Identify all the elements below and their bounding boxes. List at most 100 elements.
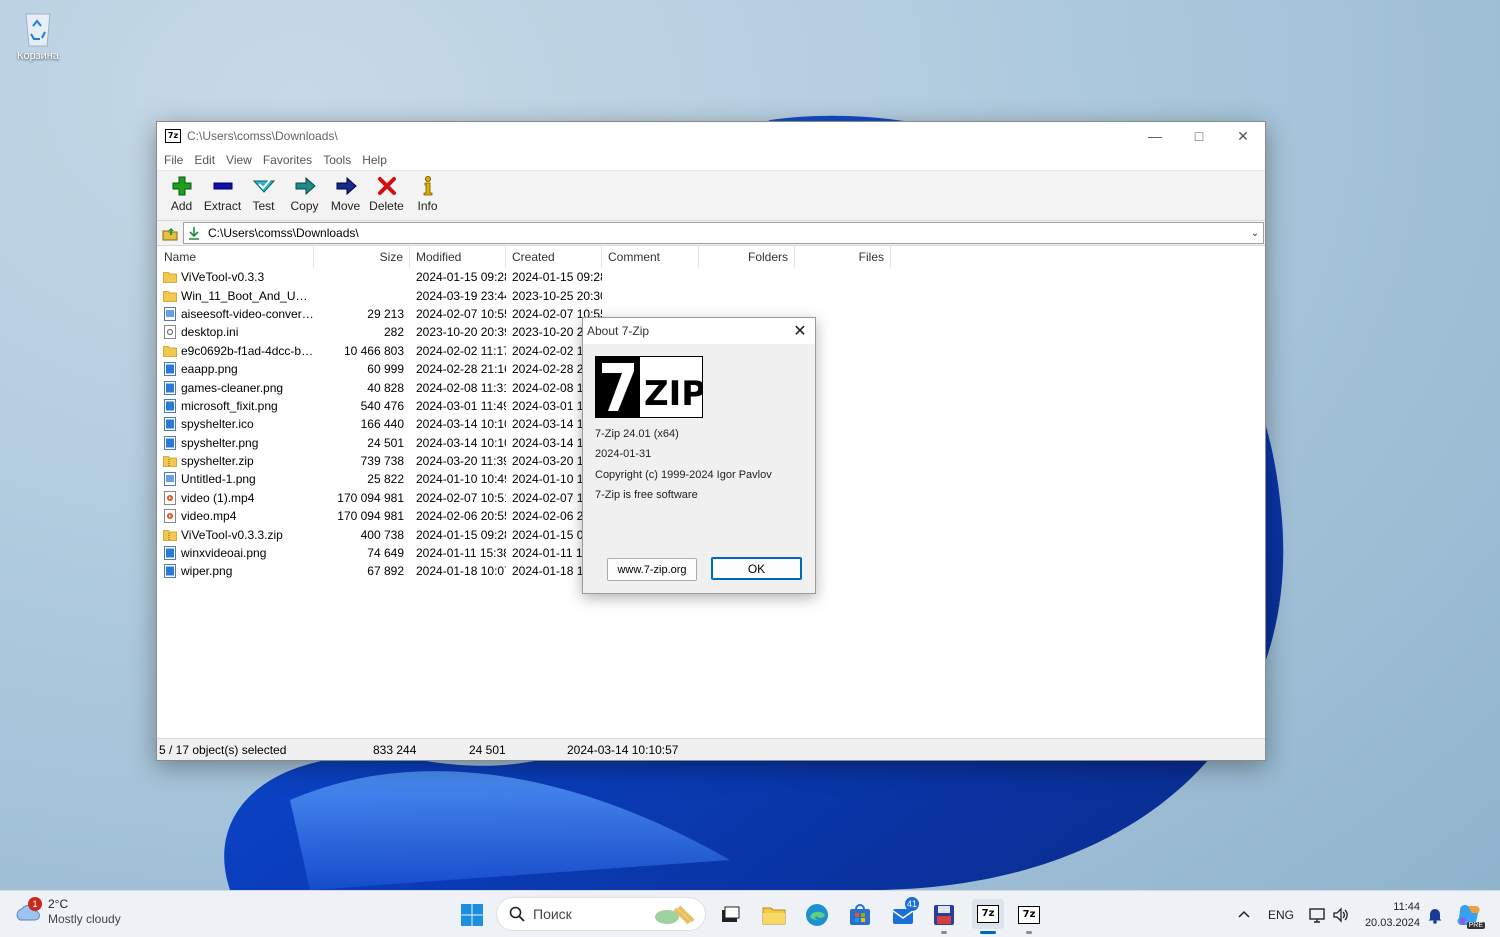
- search-highlight-icon: [655, 905, 695, 925]
- file-name: games-cleaner.png: [181, 380, 284, 395]
- file-size: 40 828: [367, 380, 404, 395]
- file-size: 10 466 803: [343, 343, 404, 358]
- start-button[interactable]: [458, 901, 486, 929]
- file-file-icon: [163, 306, 181, 321]
- menu-tools[interactable]: Tools: [319, 153, 358, 167]
- search-placeholder: Поиск: [533, 906, 572, 922]
- website-button[interactable]: www.7-zip.org: [607, 558, 697, 581]
- active-window-indicator: [980, 931, 996, 934]
- folder-file-icon: [163, 289, 181, 303]
- menu-edit[interactable]: Edit: [190, 153, 222, 167]
- recycle-bin-label: Корзина: [17, 50, 59, 62]
- file-name-cell: ViVeTool-v0.3.3.zip: [158, 528, 314, 542]
- file-name: desktop.ini: [181, 325, 239, 340]
- file-modified: 2024-02-07 10:51: [416, 490, 506, 505]
- store-icon: [850, 904, 870, 925]
- file-name: ViVeTool-v0.3.3.zip: [181, 527, 283, 542]
- store-button[interactable]: [846, 901, 874, 929]
- file-file-icon: [163, 472, 181, 487]
- 7zip-taskbar-button-2[interactable]: 7z: [1015, 901, 1043, 929]
- info-button[interactable]: Info: [407, 171, 448, 213]
- language-indicator[interactable]: ENG: [1266, 901, 1296, 929]
- about-date: 2024-01-31: [595, 448, 652, 460]
- close-button[interactable]: ✕: [1221, 122, 1265, 150]
- volume-icon[interactable]: [1327, 901, 1355, 929]
- column-files[interactable]: Files: [795, 246, 891, 268]
- chevron-up-icon: [1238, 910, 1250, 918]
- weather-badge: 1: [28, 897, 42, 911]
- image-file-icon: [163, 362, 181, 377]
- window-title: C:\Users\comss\Downloads\: [187, 129, 338, 143]
- 7zip-logo: ZIP: [595, 356, 706, 418]
- about-close-button[interactable]: ✕: [785, 321, 815, 341]
- task-view-button[interactable]: [716, 901, 744, 929]
- extract-button[interactable]: Extract: [202, 171, 243, 213]
- edge-button[interactable]: [803, 901, 831, 929]
- test-button[interactable]: Test: [243, 171, 284, 213]
- notification-bell-icon[interactable]: [1421, 901, 1449, 929]
- mail-button[interactable]: 41: [889, 897, 919, 929]
- copy-button[interactable]: Copy: [284, 171, 325, 213]
- taskbar-search-box[interactable]: Поиск: [496, 897, 706, 931]
- file-size: 282: [383, 325, 404, 340]
- image-file-icon: [163, 564, 181, 579]
- file-modified: 2024-02-02 11:17: [416, 343, 506, 358]
- file-name-cell: Win_11_Boot_And_Upgr...: [158, 289, 314, 303]
- file-name-cell: microsoft_fixit.png: [158, 398, 314, 413]
- up-folder-button[interactable]: [157, 221, 183, 245]
- file-name: video (1).mp4: [181, 490, 255, 505]
- column-created[interactable]: Created: [506, 246, 602, 268]
- 7zip-app-icon: 7z: [165, 129, 181, 143]
- file-name: wiper.png: [181, 564, 233, 579]
- address-bar: C:\Users\comss\Downloads\ ⌄: [157, 220, 1265, 246]
- column-size[interactable]: Size: [314, 246, 410, 268]
- delete-label: Delete: [369, 199, 404, 213]
- minimize-button[interactable]: —: [1133, 122, 1177, 150]
- copilot-button[interactable]: PRE: [1455, 901, 1485, 929]
- video-file-icon: [163, 490, 181, 505]
- menu-help[interactable]: Help: [358, 153, 394, 167]
- running-indicator-7zip-2: [1026, 931, 1032, 934]
- file-row[interactable]: ViVeTool-v0.3.3 2024-01-15 09:28 2024-01-1…: [158, 268, 1264, 286]
- status-bar: 5 / 17 object(s) selected 833 244 24 501…: [157, 738, 1265, 760]
- extract-icon: [213, 182, 232, 190]
- add-button[interactable]: Add: [161, 171, 202, 213]
- folder-file-icon: [163, 344, 181, 358]
- weather-condition: Mostly cloudy: [48, 912, 121, 926]
- ini-file-icon: [163, 325, 181, 340]
- menu-favorites[interactable]: Favorites: [259, 153, 319, 167]
- about-dialog-titlebar[interactable]: About 7-Zip ✕: [583, 318, 815, 344]
- file-explorer-button[interactable]: [760, 901, 788, 929]
- address-combobox[interactable]: C:\Users\comss\Downloads\ ⌄: [183, 222, 1264, 244]
- recycle-bin-desktop-icon[interactable]: Корзина: [10, 8, 66, 62]
- status-selection: 5 / 17 object(s) selected: [159, 742, 287, 757]
- ok-button[interactable]: OK: [711, 557, 802, 580]
- file-name-cell: video (1).mp4: [158, 490, 314, 505]
- about-version: 7-Zip 24.01 (x64): [595, 428, 679, 440]
- show-hidden-icons-button[interactable]: [1230, 901, 1258, 929]
- title-bar[interactable]: 7z C:\Users\comss\Downloads\ — □ ✕: [157, 122, 1265, 150]
- column-comment[interactable]: Comment: [602, 246, 699, 268]
- file-size: 739 738: [360, 454, 404, 469]
- 7zip-taskbar-button-active[interactable]: 7z: [972, 899, 1004, 929]
- menu-view[interactable]: View: [222, 153, 259, 167]
- file-modified: 2024-01-18 10:07: [416, 564, 506, 579]
- clock-time: 11:44: [1393, 901, 1420, 913]
- move-button[interactable]: Move: [325, 171, 366, 213]
- file-row[interactable]: Win_11_Boot_And_Upgr... 2024-03-19 23:44 2…: [158, 286, 1264, 304]
- column-name[interactable]: Name: [158, 246, 314, 268]
- file-name-cell: spyshelter.zip: [158, 454, 314, 468]
- file-size: 74 649: [367, 546, 404, 561]
- maximize-button[interactable]: □: [1177, 122, 1221, 150]
- column-modified[interactable]: Modified: [410, 246, 506, 268]
- save-app-button[interactable]: [930, 901, 958, 929]
- file-name: winxvideoai.png: [181, 546, 267, 561]
- taskbar-clock[interactable]: 11:44 20.03.2024: [1362, 899, 1420, 931]
- column-folders[interactable]: Folders: [699, 246, 795, 268]
- weather-widget[interactable]: 1 2°C Mostly cloudy: [14, 897, 121, 927]
- file-name-cell: games-cleaner.png: [158, 380, 314, 395]
- chevron-down-icon[interactable]: ⌄: [1247, 228, 1263, 239]
- delete-button[interactable]: Delete: [366, 171, 407, 213]
- menu-file[interactable]: File: [160, 153, 190, 167]
- 7zip-logo-graphic: ZIP: [596, 357, 706, 417]
